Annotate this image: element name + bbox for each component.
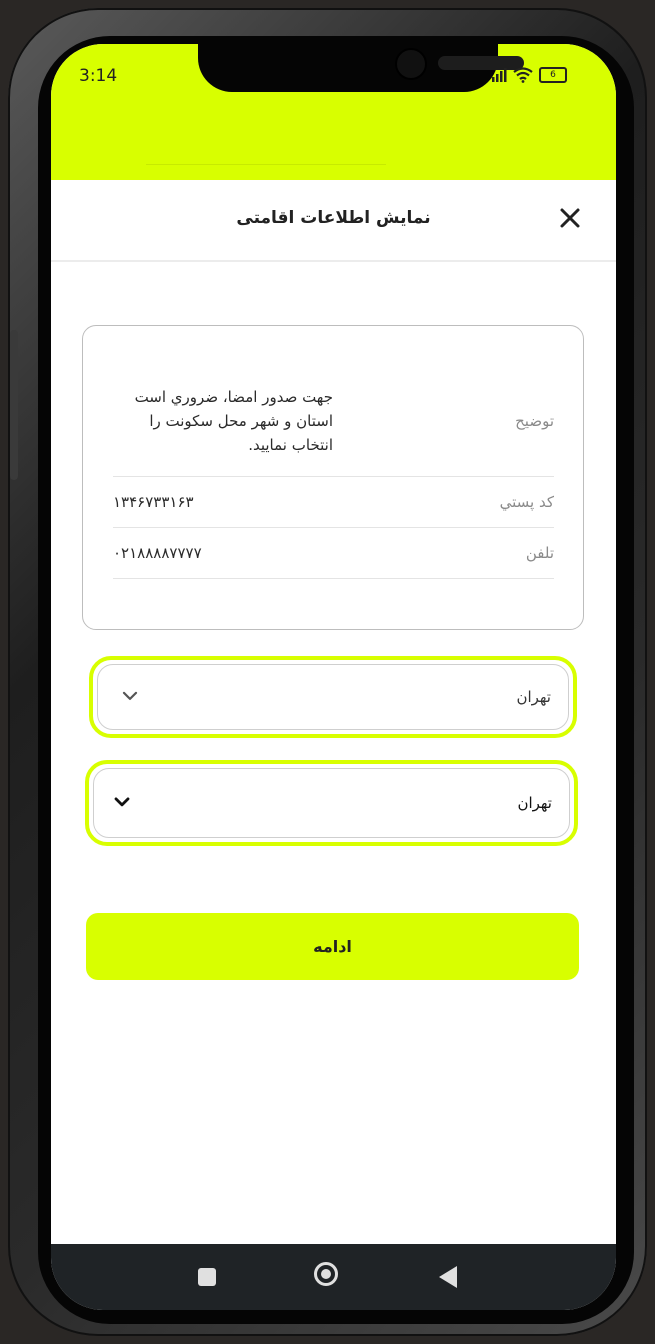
status-icons: 6 <box>491 64 586 86</box>
select-inner <box>93 768 570 838</box>
side-button <box>10 330 18 480</box>
notch <box>198 44 524 92</box>
row-label: تلفن <box>525 543 554 562</box>
continue-button[interactable]: ادامه <box>86 913 579 980</box>
description-line: استان و شهر محل سکونت را <box>149 412 333 430</box>
continue-button-label: ادامه <box>313 937 352 956</box>
city-select[interactable]: تهران <box>85 760 578 846</box>
province-select[interactable]: تهران <box>89 656 577 738</box>
info-row-phone: تلفن ۰۲۱۸۸۸۸۷۷۷۷ <box>113 527 554 579</box>
signal-icon <box>492 68 507 82</box>
recent-apps-icon[interactable] <box>198 1268 216 1286</box>
description-line: جهت صدور امضا، ضروري است <box>134 388 333 406</box>
city-select-value: تهران <box>517 794 552 812</box>
select-inner <box>97 664 569 730</box>
divider <box>146 164 386 165</box>
info-card: توضیح جهت صدور امضا، ضروري است استان و ش… <box>82 325 584 630</box>
sheet-title: نمایش اطلاعات اقامتی <box>236 208 431 228</box>
battery-icon: 6 <box>539 67 567 83</box>
phone-value: ۰۲۱۸۸۸۸۷۷۷۷ <box>113 543 202 562</box>
home-icon[interactable] <box>314 1262 338 1286</box>
info-row-postal-code: کد پستي ۱۳۴۶۷۳۳۱۶۳ <box>113 476 554 528</box>
wifi-icon <box>513 67 533 83</box>
province-select-value: تهران <box>516 688 551 706</box>
postal-code-value: ۱۳۴۶۷۳۳۱۶۳ <box>113 492 194 511</box>
back-icon[interactable] <box>439 1266 457 1288</box>
row-label: توضیح <box>515 412 554 430</box>
description-value: جهت صدور امضا، ضروري است استان و شهر محل… <box>113 385 333 457</box>
android-nav-bar <box>51 1244 616 1310</box>
description-line: انتخاب نمایید. <box>248 436 333 454</box>
row-label: کد پستي <box>499 492 554 511</box>
phone-screen: 3:14 6 نمایش اطلاعات اقامتی توضیح جهت صد… <box>51 44 616 1310</box>
status-time: 3:14 <box>79 66 118 86</box>
camera-icon <box>395 48 427 80</box>
close-icon <box>560 208 580 228</box>
chevron-down-icon <box>114 797 130 807</box>
sheet-header: نمایش اطلاعات اقامتی <box>51 180 616 262</box>
battery-level: 6 <box>550 70 556 80</box>
info-row-description: توضیح جهت صدور امضا، ضروري است استان و ش… <box>113 366 554 477</box>
close-button[interactable] <box>554 202 586 234</box>
chevron-down-icon <box>122 691 138 701</box>
header-band: 3:14 6 <box>51 44 616 180</box>
